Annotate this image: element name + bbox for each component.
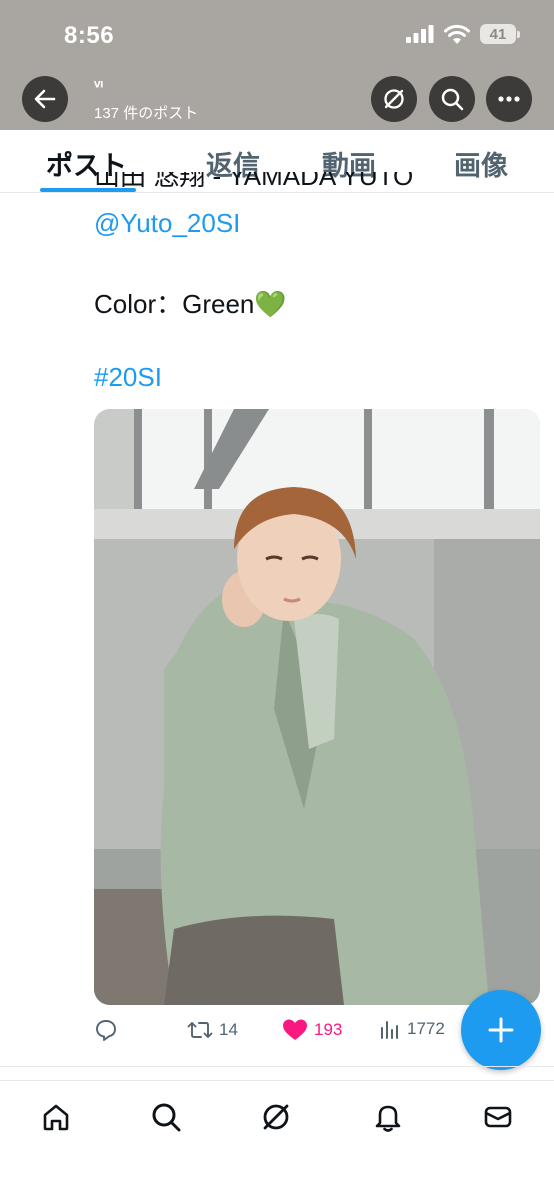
more-button[interactable] [486,76,532,122]
profile-header: 8:56 41 ᵛᶦ 137 件のポスト [0,0,554,130]
grok-icon [263,1104,289,1130]
back-button[interactable] [22,76,68,122]
notifications-icon [375,1105,401,1132]
plus-icon [488,1017,514,1043]
post-divider [0,1066,554,1067]
more-icon [498,96,520,102]
messages-icon [484,1106,512,1128]
views-icon [381,1021,398,1039]
like-count: 193 [314,1020,343,1039]
search-icon [441,88,464,111]
status-icons: 41 [406,24,520,44]
nav-home[interactable] [36,1097,76,1137]
grok-button[interactable] [371,76,417,122]
view-count: 1772 [407,1019,445,1038]
photo-illustration [94,409,540,1005]
post-mention-link[interactable]: @Yuto_20SI [94,208,240,239]
grok-icon [384,89,404,109]
search-button[interactable] [429,76,475,122]
views-action[interactable]: 1772 [379,1018,445,1040]
wifi-icon [444,24,470,44]
post-actions: 14 193 1772 [94,1018,454,1050]
reply-action[interactable] [94,1018,124,1042]
retweet-icon [187,1022,213,1038]
nav-notifications[interactable] [368,1097,408,1137]
post-hashtag-link[interactable]: #20SI [94,362,162,393]
like-action[interactable]: 193 [282,1018,342,1042]
heart-filled-icon [283,1019,307,1040]
post-text-clipped: 山田 悠翔 - YAMADA YUTO [94,172,534,196]
search-icon [152,1103,181,1132]
bottom-nav [0,1080,554,1153]
signal-icon [406,25,434,43]
back-arrow-icon [34,89,56,109]
post-count: 137 件のポスト [94,105,199,122]
nav-messages[interactable] [478,1097,518,1137]
nav-search[interactable] [146,1097,186,1137]
nav-grok[interactable] [256,1097,296,1137]
compose-post-button[interactable] [461,990,541,1070]
reply-icon [96,1020,116,1041]
home-icon [43,1104,69,1131]
post-text-clipped-line: 山田 悠翔 - YAMADA YUTO [94,172,414,191]
retweet-action[interactable]: 14 [187,1018,238,1042]
profile-name: ᵛᶦ [94,76,104,96]
battery-level: 41 [489,25,507,43]
battery-indicator: 41 [480,24,520,44]
retweet-count: 14 [219,1020,238,1039]
status-time: 8:56 [64,22,115,49]
post-photo[interactable] [94,409,540,1005]
post-text-color: Color：Green💚 [94,289,287,319]
